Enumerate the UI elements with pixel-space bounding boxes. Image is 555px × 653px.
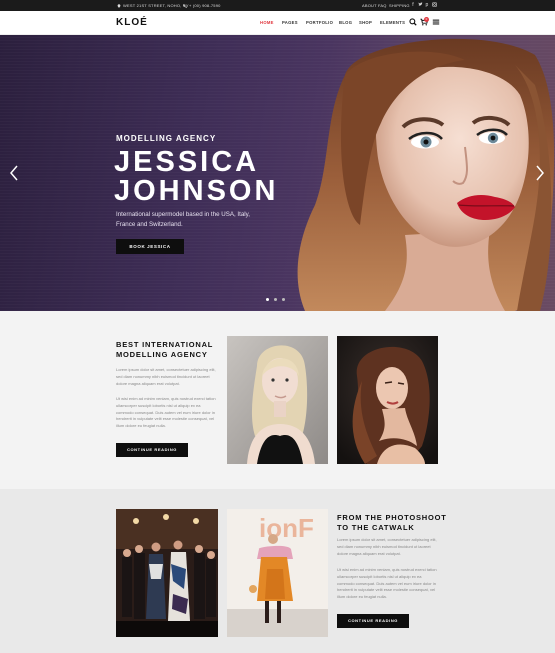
agency-paragraph-1: Lorem ipsum dolor sit amet, consectetuer…	[116, 367, 216, 386]
hero-name-line2: JOHNSON	[114, 175, 279, 207]
catwalk-section: ionF FROM THE PHOTOSHOOT TO THE CATWALK …	[0, 489, 555, 653]
runway-single-photo[interactable]: ionF	[227, 509, 328, 637]
catwalk-title-line2: TO THE CATWALK	[337, 523, 415, 532]
continue-reading-button-2[interactable]: CONTINUE READING	[337, 614, 409, 628]
topbar-link-faq[interactable]: FAQ	[378, 3, 387, 8]
hero-model-portrait	[297, 38, 555, 311]
pinterest-icon[interactable]: p	[424, 2, 430, 8]
chevron-left-icon[interactable]	[8, 165, 20, 181]
nav-blog[interactable]: BLOG	[339, 20, 352, 25]
topbar-link-shipping[interactable]: SHIPPING	[389, 3, 410, 8]
model-photo-blonde[interactable]	[227, 336, 328, 464]
search-icon[interactable]	[409, 18, 417, 26]
slider-dots	[266, 298, 290, 304]
address-text: WEST 21ST STREET, NOHO, NY	[123, 3, 189, 8]
catwalk-title-line1: FROM THE PHOTOSHOOT	[337, 513, 447, 522]
top-bar: WEST 21ST STREET, NOHO, NY + (00) 908-75…	[0, 0, 555, 11]
runway-group-photo[interactable]	[116, 509, 218, 637]
logo[interactable]: KLOÉ	[116, 17, 148, 28]
location-pin-icon	[117, 4, 121, 8]
book-jessica-button[interactable]: BOOK JESSICA	[116, 239, 184, 254]
slider-dot-3[interactable]	[282, 298, 285, 301]
nav-elements[interactable]: ELEMENTS	[380, 20, 405, 25]
facebook-icon[interactable]: f	[410, 2, 416, 8]
chevron-right-icon[interactable]	[534, 165, 546, 181]
nav-pages[interactable]: PAGES	[282, 20, 298, 25]
agency-paragraph-2: Ut wisi enim ad minim veniam, quis nostr…	[116, 396, 216, 429]
nav-portfolio[interactable]: PORTFOLIO	[306, 20, 333, 25]
topbar-link-about[interactable]: ABOUT	[362, 3, 377, 8]
menu-icon[interactable]	[432, 18, 440, 26]
slider-dot-1[interactable]	[266, 298, 269, 301]
header: KLOÉ HOME PAGES PORTFOLIO BLOG SHOP ELEM…	[0, 11, 555, 35]
model-photo-brunette[interactable]	[337, 336, 438, 464]
slider-dot-2[interactable]	[274, 298, 277, 301]
address: WEST 21ST STREET, NOHO, NY	[117, 3, 189, 8]
catwalk-title: FROM THE PHOTOSHOOT TO THE CATWALK	[337, 513, 447, 533]
agency-title-line2: MODELLING AGENCY	[116, 350, 208, 359]
twitter-icon[interactable]	[417, 2, 423, 8]
phone-text: + (00) 908-7590	[189, 3, 221, 8]
backdrop-sign-text: ionF	[259, 513, 314, 543]
instagram-icon[interactable]	[431, 2, 437, 8]
nav-home[interactable]: HOME	[260, 20, 274, 25]
hero-kicker: MODELLING AGENCY	[116, 134, 217, 143]
hero-description: International supermodel based in the US…	[116, 211, 251, 228]
agency-title: BEST INTERNATIONAL MODELLING AGENCY	[116, 340, 213, 360]
agency-section: BEST INTERNATIONAL MODELLING AGENCY Lore…	[0, 311, 555, 489]
cart-count-badge: 0	[424, 17, 429, 22]
continue-reading-button[interactable]: CONTINUE READING	[116, 443, 188, 457]
catwalk-paragraph-2: Ut wisi enim ad minim veniam, quis nostr…	[337, 567, 437, 600]
hero-name-line1: JESSICA	[114, 146, 260, 178]
phone: + (00) 908-7590	[183, 3, 221, 8]
hero-slider: MODELLING AGENCY JESSICA JOHNSON Interna…	[0, 35, 555, 311]
phone-icon	[183, 4, 187, 8]
agency-title-line1: BEST INTERNATIONAL	[116, 340, 214, 349]
catwalk-paragraph-1: Lorem ipsum dolor sit amet, consectetuer…	[337, 537, 437, 556]
nav-shop[interactable]: SHOP	[359, 20, 372, 25]
